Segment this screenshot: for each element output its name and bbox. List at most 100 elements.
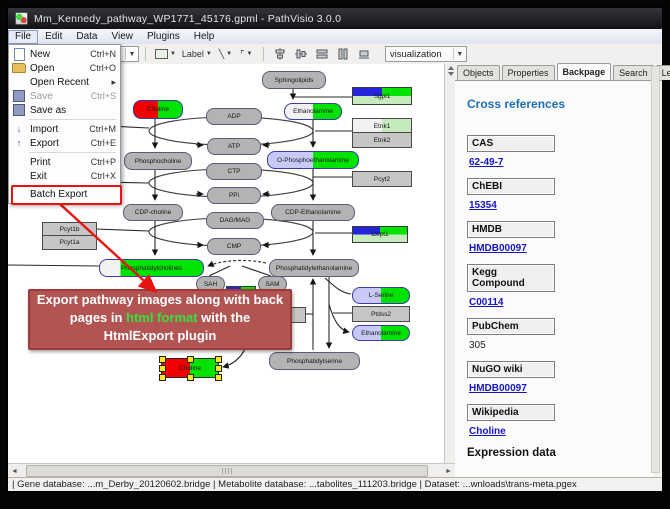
xref-link-wikipedia[interactable]: Choline — [469, 426, 506, 437]
xref-link-kegg-compound[interactable]: C00114 — [469, 297, 503, 308]
file-menu-item-open[interactable]: OpenCtrl+O — [9, 61, 120, 75]
file-menu-item-export[interactable]: ↑ExportCtrl+E — [9, 136, 120, 150]
selection-handle[interactable] — [159, 356, 166, 363]
line-tool-button[interactable]: ╲▼ — [216, 47, 235, 62]
selection-handle[interactable] — [215, 356, 222, 363]
menu-item-shortcut: Ctrl+S — [91, 91, 116, 101]
scroll-up-icon[interactable] — [448, 66, 454, 70]
pathway-node-atp[interactable]: ATP — [207, 138, 261, 155]
distribute-rows-button[interactable] — [313, 47, 332, 62]
selection-handle[interactable] — [159, 365, 166, 372]
pathway-node-pcyt2[interactable]: Pcyt2 — [352, 171, 412, 187]
file-menu-item-open-recent[interactable]: Open Recent▸ — [9, 75, 120, 89]
pathway-node-dag-mag[interactable]: DAG/MAG — [206, 212, 264, 229]
scroll-left-icon[interactable]: ◄ — [8, 465, 21, 477]
node-label: Phosphatidylethanolamine — [276, 265, 352, 272]
selection-handle[interactable] — [187, 356, 194, 363]
file-menu-dropdown: NewCtrl+NOpenCtrl+OOpen Recent▸SaveCtrl+… — [8, 44, 121, 204]
align-vertical-center-button[interactable] — [271, 47, 290, 62]
cross-references-heading: Cross references — [467, 97, 654, 111]
tab-properties[interactable]: Properties — [502, 65, 555, 80]
selection-handle[interactable] — [215, 374, 222, 381]
chevron-down-icon[interactable]: ▼ — [453, 48, 466, 60]
file-menu-item-exit[interactable]: ExitCtrl+X — [9, 169, 120, 183]
tab-objects[interactable]: Objects — [457, 65, 500, 80]
pathway-node-ppi[interactable]: PPi — [207, 187, 261, 204]
common-size-button[interactable] — [355, 47, 374, 62]
pathway-node-etnk2[interactable]: Etnk2 — [352, 132, 412, 148]
node-label: DAG/MAG — [220, 217, 251, 224]
selection-handle[interactable] — [159, 374, 166, 381]
menu-view[interactable]: View — [104, 30, 140, 44]
chevron-down-icon[interactable]: ▼ — [125, 48, 138, 60]
menu-item-label: Export — [30, 138, 91, 149]
open-folder-icon — [11, 62, 27, 74]
pathway-node-phosphatidylethanolamine[interactable]: Phosphatidylethanolamine — [269, 259, 359, 277]
connector-tool-button[interactable]: ⌜▼ — [237, 47, 256, 62]
xref-value-cas[interactable]: 62-49-7 — [469, 157, 654, 168]
tab-search[interactable]: Search — [613, 65, 654, 80]
menu-help[interactable]: Help — [187, 30, 222, 44]
pathway-node-phosphocholine[interactable]: Phosphocholine — [124, 152, 192, 170]
xref-value-nugo-wiki[interactable]: HMDB00097 — [469, 383, 654, 394]
pathway-node-l-serine[interactable]: L-Serine — [352, 287, 410, 304]
xref-link-hmdb[interactable]: HMDB00097 — [469, 243, 527, 254]
file-menu-item-save-as[interactable]: Save as — [9, 103, 120, 117]
scroll-down-icon[interactable] — [448, 72, 454, 76]
scrollbar-thumb[interactable] — [26, 465, 428, 477]
file-menu-item-new[interactable]: NewCtrl+N — [9, 47, 120, 61]
xref-link-chebi[interactable]: 15354 — [469, 200, 497, 211]
pathway-node-cdp-ethanolamine[interactable]: CDP-Ethanolamine — [271, 204, 355, 221]
pathway-node-ethanolamine[interactable]: Ethanolamine — [352, 325, 410, 341]
pathway-node-choline[interactable]: Choline — [161, 358, 219, 378]
pathway-node-phosphatidylserine[interactable]: Phosphatidylserine — [269, 352, 360, 370]
app-window: Mm_Kennedy_pathway_WP1771_45176.gpml - P… — [8, 8, 662, 491]
menu-plugins[interactable]: Plugins — [140, 30, 187, 44]
visualization-combobox[interactable]: visualization ▼ — [385, 46, 467, 62]
pathway-node-sphingolipids[interactable]: Sphingolipids — [262, 71, 326, 89]
file-menu-item-save[interactable]: SaveCtrl+S — [9, 89, 120, 103]
tab-backpage[interactable]: Backpage — [557, 63, 612, 80]
canvas-horizontal-scrollbar[interactable]: ◄ ► — [8, 463, 455, 478]
selection-handle[interactable] — [215, 365, 222, 372]
menu-edit[interactable]: Edit — [38, 30, 69, 44]
gene-datanode-button[interactable]: ▼ — [153, 47, 178, 62]
menu-file[interactable]: File — [8, 30, 38, 44]
file-menu-item-import[interactable]: ↓ImportCtrl+M — [9, 122, 120, 136]
pathway-node-pcyt1a[interactable]: Pcyt1a — [42, 235, 97, 250]
align-horizontal-center-button[interactable] — [292, 47, 311, 62]
import-icon: ↓ — [11, 123, 27, 135]
xref-value-kegg-compound[interactable]: C00114 — [469, 297, 654, 308]
xref-value-hmdb[interactable]: HMDB00097 — [469, 243, 654, 254]
pathway-node-adp[interactable]: ADP — [206, 108, 262, 125]
node-label: Ethanolamine — [293, 108, 333, 115]
node-label: Choline — [179, 365, 201, 372]
pathway-node-cdp-choline[interactable]: CDP-choline — [123, 204, 183, 221]
selection-handle[interactable] — [187, 374, 194, 381]
pathway-node-ethanolamine[interactable]: Ethanolamine — [284, 103, 342, 120]
pathway-node-cmp[interactable]: CMP — [207, 238, 261, 255]
menu-item-label: Exit — [30, 171, 91, 182]
xref-value-chebi[interactable]: 15354 — [469, 200, 654, 211]
pathway-node-o-phosphoethanolamine[interactable]: O-Phosphoethanolamine — [267, 151, 359, 169]
file-menu-item-batch-export[interactable]: Batch Export — [9, 187, 120, 201]
label-tool-button[interactable]: Label▼ — [180, 47, 214, 62]
pathway-node-ctp[interactable]: CTP — [206, 163, 262, 180]
pathway-node-ptdss2[interactable]: Ptdss2 — [352, 306, 410, 322]
file-menu-item-print[interactable]: PrintCtrl+P — [9, 155, 120, 169]
pathway-node-choline[interactable]: Choline — [133, 100, 183, 119]
xref-value-wikipedia[interactable]: Choline — [469, 426, 654, 437]
node-label: Ethanolamine — [361, 330, 401, 337]
panel-scrollbar[interactable] — [651, 66, 660, 473]
title-bar[interactable]: Mm_Kennedy_pathway_WP1771_45176.gpml - P… — [8, 8, 662, 30]
scroll-right-icon[interactable]: ► — [442, 465, 455, 477]
pathway-node-phosphatidylcholines[interactable]: Phosphatidylcholines — [99, 259, 204, 277]
menu-data[interactable]: Data — [69, 30, 104, 44]
pathway-node-cept1[interactable]: Cept1 — [352, 226, 408, 243]
menu-item-label: Print — [30, 157, 91, 168]
pathway-node-sgpl1[interactable]: Sgpl1 — [352, 87, 412, 105]
xref-link-nugo-wiki[interactable]: HMDB00097 — [469, 383, 527, 394]
distribute-columns-button[interactable] — [334, 47, 353, 62]
xref-link-cas[interactable]: 62-49-7 — [469, 157, 503, 168]
node-label: Phosphatidylcholines — [121, 265, 182, 272]
